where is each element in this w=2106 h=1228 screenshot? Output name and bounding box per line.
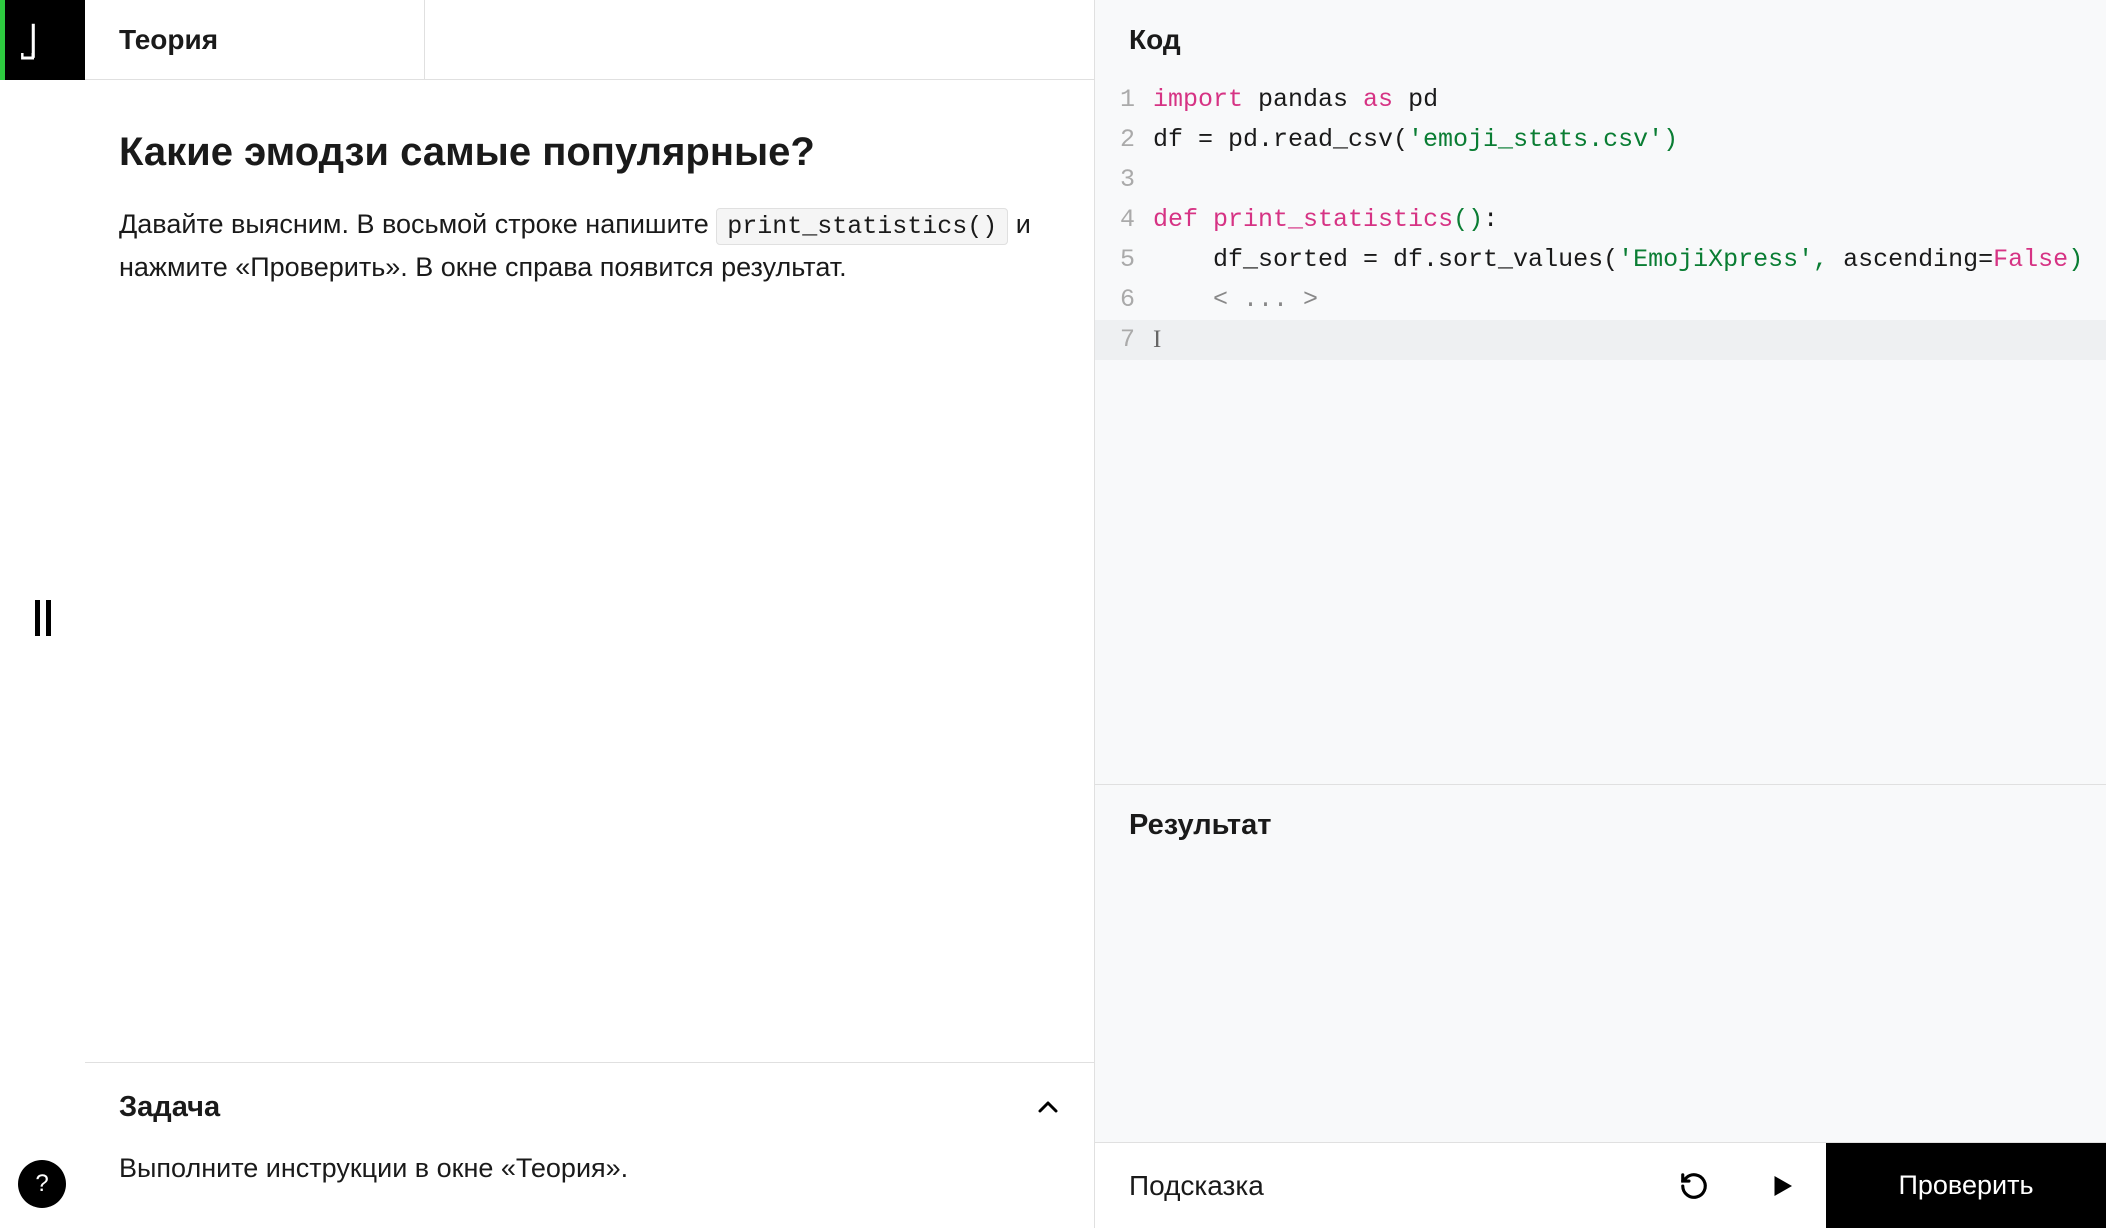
right-pane: Код 1import pandas as pd2df = pd.read_cs… [1095,0,2106,1228]
check-button[interactable]: Проверить [1826,1143,2106,1228]
code-text[interactable]: I [1153,320,2106,360]
code-line[interactable]: 3 [1095,160,2106,200]
code-line[interactable]: 5 df_sorted = df.sort_values('EmojiXpres… [1095,240,2106,280]
hint-label: Подсказка [1129,1170,1264,1202]
line-number: 1 [1095,80,1153,120]
pause-icon[interactable] [35,600,51,636]
code-line[interactable]: 2df = pd.read_csv('emoji_stats.csv') [1095,120,2106,160]
left-pane: Теория Какие эмодзи самые популярные? Да… [85,0,1095,1228]
code-text[interactable]: df = pd.read_csv('emoji_stats.csv') [1153,120,2106,160]
reset-button[interactable] [1650,1143,1738,1228]
code-line[interactable]: 7I [1095,320,2106,360]
run-button[interactable] [1738,1143,1826,1228]
line-number: 7 [1095,320,1153,360]
play-icon [1767,1171,1797,1201]
help-label: ? [35,1170,48,1198]
code-text[interactable]: def print_statistics(): [1153,200,2106,240]
code-header: Код [1095,0,2106,80]
task-body: Выполните инструкции в окне «Теория». [119,1148,1060,1189]
text-cursor-icon: I [1153,326,1161,353]
main: Теория Какие эмодзи самые популярные? Да… [85,0,2106,1228]
task-panel: Задача Выполните инструкции в окне «Теор… [85,1062,1094,1228]
code-text[interactable] [1153,160,2106,200]
result-header: Результат [1095,785,2106,862]
code-editor[interactable]: 1import pandas as pd2df = pd.read_csv('e… [1095,80,2106,360]
code-line[interactable]: 1import pandas as pd [1095,80,2106,120]
result-body [1095,862,2106,1142]
task-header[interactable]: Задача [119,1091,1060,1124]
result-section: Результат Подсказка [1095,784,2106,1228]
line-number: 2 [1095,120,1153,160]
code-line[interactable]: 4def print_statistics(): [1095,200,2106,240]
tab-label: Теория [119,24,218,56]
line-number: 3 [1095,160,1153,200]
code-text[interactable]: < ... > [1153,280,2106,320]
left-rail: ⎵⎸ ? [0,0,85,1228]
line-number: 5 [1095,240,1153,280]
logo[interactable]: ⎵⎸ [0,0,85,80]
help-button[interactable]: ? [18,1160,66,1208]
code-line[interactable]: 6 < ... > [1095,280,2106,320]
logo-icon: ⎵⎸ [21,21,65,60]
chevron-up-icon [1036,1095,1060,1119]
bottom-bar: Подсказка Проверить [1095,1142,2106,1228]
reset-icon [1679,1171,1709,1201]
theory-text: Давайте выясним. В восьмой строке напиши… [119,204,1060,289]
code-text[interactable]: import pandas as pd [1153,80,2106,120]
theory-content: Какие эмодзи самые популярные? Давайте в… [85,80,1094,1062]
tab-bar: Теория [85,0,1094,80]
theory-title: Какие эмодзи самые популярные? [119,128,1060,176]
hint-button[interactable]: Подсказка [1095,1143,1650,1228]
check-label: Проверить [1898,1170,2033,1201]
code-text[interactable]: df_sorted = df.sort_values('EmojiXpress'… [1153,240,2106,280]
inline-code: print_statistics() [716,208,1008,245]
task-title: Задача [119,1091,220,1124]
code-spacer [1095,360,2106,784]
theory-text-before: Давайте выясним. В восьмой строке напиши… [119,209,716,239]
tab-theory[interactable]: Теория [85,0,425,79]
line-number: 4 [1095,200,1153,240]
line-number: 6 [1095,280,1153,320]
